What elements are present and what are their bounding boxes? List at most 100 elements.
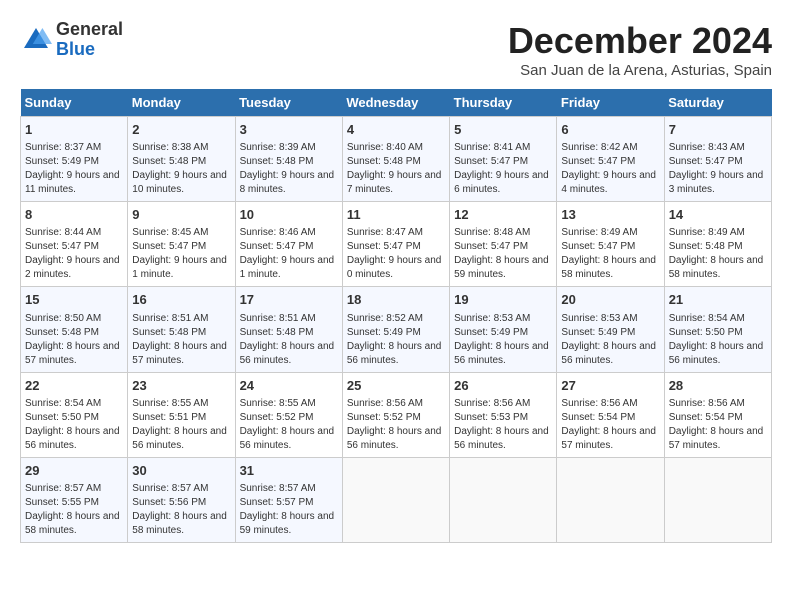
day-number: 3 <box>240 121 338 139</box>
day-info: Sunrise: 8:40 AM Sunset: 5:48 PM Dayligh… <box>347 141 445 197</box>
day-info: Sunrise: 8:57 AM Sunset: 5:55 PM Dayligh… <box>25 482 123 538</box>
day-info: Sunrise: 8:54 AM Sunset: 5:50 PM Dayligh… <box>25 397 123 453</box>
day-number: 5 <box>454 121 552 139</box>
logo-text: General Blue <box>56 20 123 60</box>
header-thursday: Thursday <box>450 89 557 117</box>
day-number: 22 <box>25 377 123 395</box>
day-info: Sunrise: 8:39 AM Sunset: 5:48 PM Dayligh… <box>240 141 338 197</box>
calendar-cell: 31 Sunrise: 8:57 AM Sunset: 5:57 PM Dayli… <box>235 457 342 542</box>
header-wednesday: Wednesday <box>342 89 449 117</box>
calendar-cell: 11Sunrise: 8:47 AM Sunset: 5:47 PM Dayli… <box>342 202 449 287</box>
calendar-cell: 4Sunrise: 8:40 AM Sunset: 5:48 PM Daylig… <box>342 117 449 202</box>
day-number: 27 <box>561 377 659 395</box>
day-info: Sunrise: 8:45 AM Sunset: 5:47 PM Dayligh… <box>132 226 230 282</box>
day-info: Sunrise: 8:41 AM Sunset: 5:47 PM Dayligh… <box>454 141 552 197</box>
day-number: 26 <box>454 377 552 395</box>
day-info: Sunrise: 8:56 AM Sunset: 5:54 PM Dayligh… <box>561 397 659 453</box>
day-number: 17 <box>240 291 338 309</box>
day-info: Sunrise: 8:48 AM Sunset: 5:47 PM Dayligh… <box>454 226 552 282</box>
page-header: General Blue December 2024 San Juan de l… <box>20 20 772 79</box>
calendar-cell: 24 Sunrise: 8:55 AM Sunset: 5:52 PM Dayli… <box>235 372 342 457</box>
day-number: 10 <box>240 206 338 224</box>
day-number: 24 <box>240 377 338 395</box>
calendar-cell: 27 Sunrise: 8:56 AM Sunset: 5:54 PM Dayli… <box>557 372 664 457</box>
calendar-cell: 17 Sunrise: 8:51 AM Sunset: 5:48 PM Dayli… <box>235 287 342 372</box>
title-area: December 2024 San Juan de la Arena, Astu… <box>508 20 772 79</box>
calendar-cell: 18 Sunrise: 8:52 AM Sunset: 5:49 PM Dayli… <box>342 287 449 372</box>
calendar-cell: 21 Sunrise: 8:54 AM Sunset: 5:50 PM Dayli… <box>664 287 771 372</box>
day-number: 23 <box>132 377 230 395</box>
logo-icon <box>20 24 52 56</box>
calendar-cell: 14 Sunrise: 8:49 AM Sunset: 5:48 PM Dayli… <box>664 202 771 287</box>
month-title: December 2024 <box>508 20 772 62</box>
day-number: 19 <box>454 291 552 309</box>
header-row: Sunday Monday Tuesday Wednesday Thursday… <box>21 89 772 117</box>
day-number: 9 <box>132 206 230 224</box>
calendar-cell: 13 Sunrise: 8:49 AM Sunset: 5:47 PM Dayli… <box>557 202 664 287</box>
calendar-cell: 15Sunrise: 8:50 AM Sunset: 5:48 PM Dayli… <box>21 287 128 372</box>
calendar-cell: 30Sunrise: 8:57 AM Sunset: 5:56 PM Dayli… <box>128 457 235 542</box>
day-info: Sunrise: 8:56 AM Sunset: 5:53 PM Dayligh… <box>454 397 552 453</box>
day-info: Sunrise: 8:55 AM Sunset: 5:52 PM Dayligh… <box>240 397 338 453</box>
calendar-cell <box>557 457 664 542</box>
logo: General Blue <box>20 20 123 60</box>
day-info: Sunrise: 8:53 AM Sunset: 5:49 PM Dayligh… <box>561 312 659 368</box>
day-number: 7 <box>669 121 767 139</box>
day-info: Sunrise: 8:49 AM Sunset: 5:47 PM Dayligh… <box>561 226 659 282</box>
day-info: Sunrise: 8:57 AM Sunset: 5:57 PM Dayligh… <box>240 482 338 538</box>
day-number: 21 <box>669 291 767 309</box>
day-info: Sunrise: 8:42 AM Sunset: 5:47 PM Dayligh… <box>561 141 659 197</box>
day-info: Sunrise: 8:56 AM Sunset: 5:52 PM Dayligh… <box>347 397 445 453</box>
day-number: 28 <box>669 377 767 395</box>
calendar-cell: 28 Sunrise: 8:56 AM Sunset: 5:54 PM Dayli… <box>664 372 771 457</box>
day-info: Sunrise: 8:56 AM Sunset: 5:54 PM Dayligh… <box>669 397 767 453</box>
day-number: 15 <box>25 291 123 309</box>
calendar-cell: 23 Sunrise: 8:55 AM Sunset: 5:51 PM Dayli… <box>128 372 235 457</box>
header-sunday: Sunday <box>21 89 128 117</box>
day-info: Sunrise: 8:49 AM Sunset: 5:48 PM Dayligh… <box>669 226 767 282</box>
calendar-week-5: 29 Sunrise: 8:57 AM Sunset: 5:55 PM Dayli… <box>21 457 772 542</box>
day-info: Sunrise: 8:51 AM Sunset: 5:48 PM Dayligh… <box>240 312 338 368</box>
day-number: 14 <box>669 206 767 224</box>
day-number: 8 <box>25 206 123 224</box>
location: San Juan de la Arena, Asturias, Spain <box>508 62 772 79</box>
calendar-cell: 22 Sunrise: 8:54 AM Sunset: 5:50 PM Dayli… <box>21 372 128 457</box>
calendar-cell: 2Sunrise: 8:38 AM Sunset: 5:48 PM Daylig… <box>128 117 235 202</box>
day-number: 12 <box>454 206 552 224</box>
day-info: Sunrise: 8:38 AM Sunset: 5:48 PM Dayligh… <box>132 141 230 197</box>
day-info: Sunrise: 8:37 AM Sunset: 5:49 PM Dayligh… <box>25 141 123 197</box>
calendar-cell: 19 Sunrise: 8:53 AM Sunset: 5:49 PM Dayli… <box>450 287 557 372</box>
day-number: 20 <box>561 291 659 309</box>
header-friday: Friday <box>557 89 664 117</box>
calendar-week-1: 1 Sunrise: 8:37 AM Sunset: 5:49 PM Daylig… <box>21 117 772 202</box>
calendar-cell: 25Sunrise: 8:56 AM Sunset: 5:52 PM Dayli… <box>342 372 449 457</box>
day-info: Sunrise: 8:51 AM Sunset: 5:48 PM Dayligh… <box>132 312 230 368</box>
day-number: 11 <box>347 206 445 224</box>
calendar-cell: 20 Sunrise: 8:53 AM Sunset: 5:49 PM Dayli… <box>557 287 664 372</box>
calendar-cell <box>664 457 771 542</box>
day-info: Sunrise: 8:46 AM Sunset: 5:47 PM Dayligh… <box>240 226 338 282</box>
day-info: Sunrise: 8:55 AM Sunset: 5:51 PM Dayligh… <box>132 397 230 453</box>
day-info: Sunrise: 8:52 AM Sunset: 5:49 PM Dayligh… <box>347 312 445 368</box>
calendar-cell <box>342 457 449 542</box>
day-info: Sunrise: 8:53 AM Sunset: 5:49 PM Dayligh… <box>454 312 552 368</box>
day-info: Sunrise: 8:57 AM Sunset: 5:56 PM Dayligh… <box>132 482 230 538</box>
calendar-cell: 16Sunrise: 8:51 AM Sunset: 5:48 PM Dayli… <box>128 287 235 372</box>
day-number: 31 <box>240 462 338 480</box>
calendar-cell <box>450 457 557 542</box>
day-number: 13 <box>561 206 659 224</box>
calendar-week-2: 8Sunrise: 8:44 AM Sunset: 5:47 PM Daylig… <box>21 202 772 287</box>
day-number: 1 <box>25 121 123 139</box>
calendar-cell: 8Sunrise: 8:44 AM Sunset: 5:47 PM Daylig… <box>21 202 128 287</box>
day-info: Sunrise: 8:54 AM Sunset: 5:50 PM Dayligh… <box>669 312 767 368</box>
day-number: 29 <box>25 462 123 480</box>
calendar-cell: 1 Sunrise: 8:37 AM Sunset: 5:49 PM Daylig… <box>21 117 128 202</box>
day-number: 18 <box>347 291 445 309</box>
day-info: Sunrise: 8:43 AM Sunset: 5:47 PM Dayligh… <box>669 141 767 197</box>
calendar-cell: 6Sunrise: 8:42 AM Sunset: 5:47 PM Daylig… <box>557 117 664 202</box>
calendar-cell: 9 Sunrise: 8:45 AM Sunset: 5:47 PM Daylig… <box>128 202 235 287</box>
calendar-cell: 29 Sunrise: 8:57 AM Sunset: 5:55 PM Dayli… <box>21 457 128 542</box>
calendar-cell: 10 Sunrise: 8:46 AM Sunset: 5:47 PM Dayli… <box>235 202 342 287</box>
calendar-cell: 5 Sunrise: 8:41 AM Sunset: 5:47 PM Daylig… <box>450 117 557 202</box>
calendar-week-3: 15Sunrise: 8:50 AM Sunset: 5:48 PM Dayli… <box>21 287 772 372</box>
